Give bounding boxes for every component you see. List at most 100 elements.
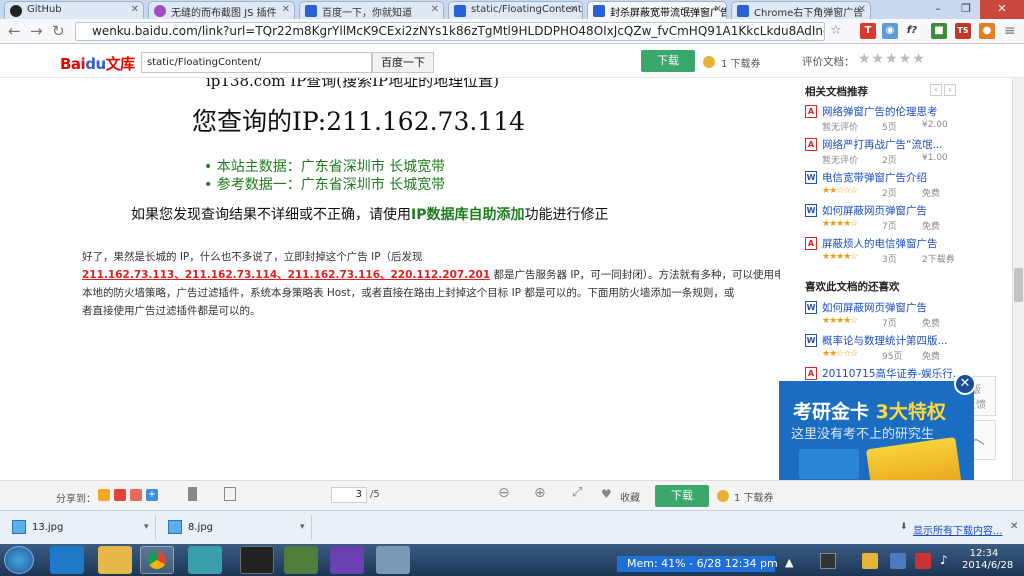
address-bar[interactable]: wenku.baidu.com/link?url=TQr22m8KgrYllMc…: [75, 22, 825, 41]
forward-icon[interactable]: →: [30, 22, 43, 40]
visual-studio-icon[interactable]: [330, 546, 364, 574]
tray-app-icon[interactable]: [820, 553, 836, 569]
ie-icon[interactable]: [50, 546, 84, 574]
rating-stars[interactable]: ★★★★★: [858, 51, 926, 67]
share-more-icon[interactable]: +: [146, 489, 158, 501]
show-all-downloads-link[interactable]: 显示所有下载内容...: [913, 522, 1003, 537]
coupon-icon: [703, 56, 715, 68]
bookmark-star-icon[interactable]: ☆: [830, 22, 842, 40]
footer-download-button[interactable]: 下载: [655, 485, 709, 507]
github-icon: [10, 5, 22, 17]
share-renren-icon[interactable]: [130, 489, 142, 501]
page-number-input[interactable]: 3: [331, 487, 367, 503]
fullscreen-icon[interactable]: ⤢: [572, 485, 582, 500]
minimize-icon[interactable]: –: [924, 0, 952, 19]
close-icon[interactable]: ✕: [131, 4, 139, 15]
word-icon: W: [805, 204, 817, 217]
volume-icon[interactable]: ♪: [940, 553, 948, 567]
app-window-icon[interactable]: [284, 546, 318, 574]
search-input[interactable]: static/FloatingContent/: [141, 52, 372, 73]
chevron-down-icon[interactable]: ▾: [300, 515, 305, 540]
heart-icon[interactable]: ♥: [601, 487, 612, 501]
terminal-icon[interactable]: [240, 546, 274, 574]
doc-meta: ★★☆☆☆ 95页 免费: [822, 349, 941, 362]
back-icon[interactable]: ←: [8, 22, 21, 40]
extension-orange-icon[interactable]: ●: [979, 23, 995, 39]
close-icon[interactable]: ✕: [858, 4, 866, 15]
maximize-icon[interactable]: ❐: [952, 0, 980, 19]
doc-title[interactable]: 屏蔽烦人的电信弹窗广告: [822, 236, 972, 251]
close-icon[interactable]: ✕: [431, 4, 439, 15]
close-icon[interactable]: ✕: [714, 4, 722, 15]
search-button[interactable]: 百度一下: [372, 52, 434, 73]
rating-label: 评价文档：: [802, 56, 855, 68]
app-icon[interactable]: [188, 546, 222, 574]
baidu-paw-icon: [593, 5, 605, 17]
popup-ad[interactable]: 考研金卡 3大特权 这里没有考不上的研究生: [779, 381, 974, 480]
document-toolbar: 分享到： + 3 /5 ⊖ ⊕ ⤢ ♥ 收藏 下载 1 下载券: [0, 480, 1024, 510]
image-file-icon: [12, 520, 26, 534]
start-button[interactable]: [4, 546, 34, 574]
close-shelf-icon[interactable]: ✕: [1010, 521, 1018, 532]
ad-card-graphic: [865, 436, 963, 480]
collect-label[interactable]: 收藏: [620, 489, 640, 504]
paragraph-line-3: 本地的防火墙策略，广告过滤插件，系统本身策略表 Host，或者直接在路由上封掉这…: [82, 287, 735, 299]
extension-red-icon[interactable]: TS: [955, 23, 971, 39]
close-icon[interactable]: ✕: [570, 4, 578, 15]
download-item[interactable]: 8.jpg ▾: [160, 515, 312, 540]
next-icon[interactable]: ›: [944, 84, 956, 96]
page-scrollbar[interactable]: [1012, 78, 1024, 480]
doc-title[interactable]: 如何屏蔽网页弹窗广告: [822, 300, 972, 315]
share-qzone-icon[interactable]: [98, 489, 110, 501]
tab-baidu[interactable]: 百度一下，你就知道 ✕: [299, 1, 444, 19]
rating-stars: ★★☆☆☆: [822, 349, 858, 359]
doc-title[interactable]: 网络弹窗广告的伦理思考: [822, 104, 972, 119]
zoom-in-icon[interactable]: ⊕: [534, 485, 546, 501]
download-item[interactable]: 13.jpg ▾: [4, 515, 156, 540]
zoom-out-icon[interactable]: ⊖: [498, 485, 510, 501]
share-weibo-icon[interactable]: [114, 489, 126, 501]
doc-title[interactable]: 概率论与数理统计第四版...: [822, 333, 972, 348]
correction-hint: 如果您发现查询结果不详细或不正确，请使用IP数据库自助添加功能进行修正: [131, 207, 609, 223]
extension-green-icon[interactable]: ■: [931, 23, 947, 39]
doc-title[interactable]: 如何屏蔽网页弹窗广告: [822, 203, 972, 218]
download-button[interactable]: 下载: [641, 50, 695, 72]
baidu-wenku-logo[interactable]: Baidu文库: [60, 53, 135, 74]
document-icon[interactable]: [224, 487, 236, 501]
tray-app-icon[interactable]: [862, 553, 878, 569]
tray-app-icon[interactable]: [915, 553, 931, 569]
tray-app-icon[interactable]: [890, 553, 906, 569]
close-window-icon[interactable]: ✕: [980, 0, 1024, 19]
function-icon[interactable]: f?: [904, 23, 920, 39]
tab-floating-content[interactable]: static/FloatingContent/ ✕: [448, 1, 583, 19]
menu-icon[interactable]: ≡: [1004, 22, 1016, 40]
tab-screenshot-plugin[interactable]: 无缝的而布截图 JS 插件 ✕: [148, 1, 295, 19]
reload-icon[interactable]: ↻: [52, 22, 65, 40]
coupon-label: 1 下载券: [721, 59, 761, 70]
tab-chrome-popup[interactable]: Chrome右下角弹窗广告 ✕: [731, 1, 871, 19]
ad-server-ip-list: 211.162.73.113、211.162.73.114、211.162.73…: [82, 269, 491, 281]
footer-coupon-label: 1 下载券: [734, 493, 774, 504]
doc-title[interactable]: 电信宽带弹窗广告介绍: [822, 170, 972, 185]
doc-title[interactable]: 网络严打再战广告“流氓...: [822, 137, 972, 152]
doc-title[interactable]: 20110715高华证券-娱乐行...: [822, 366, 972, 381]
baidu-paw-icon: [454, 5, 466, 17]
tab-active-document[interactable]: 封杀屏蔽宽带流氓弹窗广告 ✕: [587, 1, 727, 19]
tab-github[interactable]: GitHub ✕: [4, 1, 144, 19]
tray-chevron-icon[interactable]: ▲: [785, 556, 793, 569]
ad-close-icon[interactable]: ✕: [954, 373, 976, 395]
prev-icon[interactable]: ‹: [930, 84, 942, 96]
system-clock[interactable]: 12:34 2014/6/28: [962, 548, 1013, 572]
file-explorer-icon[interactable]: [98, 546, 132, 574]
reference-data-line: • 参考数据一：广东省深圳市 长城宽带: [204, 177, 446, 193]
chevron-down-icon[interactable]: ▾: [144, 515, 149, 540]
close-icon[interactable]: ✕: [282, 4, 290, 15]
camera-icon[interactable]: ◉: [882, 23, 898, 39]
extension-t-icon[interactable]: T: [860, 23, 876, 39]
chrome-icon[interactable]: [140, 546, 174, 574]
bookmark-icon[interactable]: [188, 487, 197, 501]
pdf-icon: A: [805, 237, 817, 250]
paint-icon[interactable]: [376, 546, 410, 574]
scrollbar-thumb[interactable]: [1014, 268, 1023, 302]
related-docs-title: 相关文档推荐: [805, 86, 868, 98]
